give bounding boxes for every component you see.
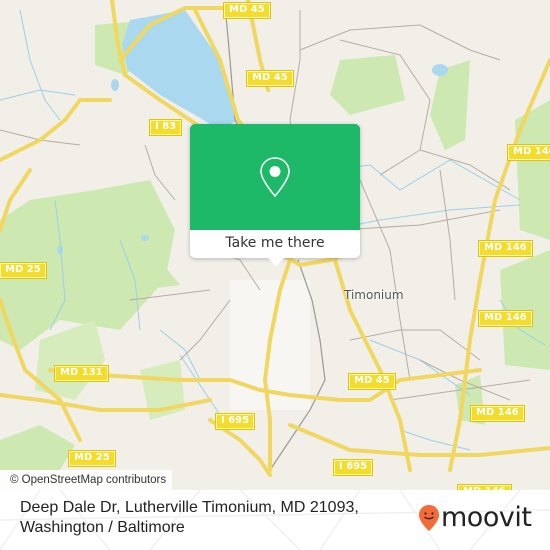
map-view[interactable]: MD 45 MD 45 I 83 MD 146 MD 25 MD 146 MD … — [0, 0, 550, 490]
park-area — [500, 250, 550, 370]
road-shield-md146: MD 146 — [478, 310, 533, 327]
road-shield-md146: MD 146 — [470, 405, 525, 422]
location-popup: Take me there — [190, 124, 360, 266]
park-area — [515, 100, 550, 240]
road-shield-md146: MD 146 — [478, 240, 533, 257]
road-shield-md131: MD 131 — [54, 365, 109, 382]
popup-header — [190, 124, 360, 230]
road-shield-md45: MD 45 — [246, 70, 294, 87]
footer: Deep Dale Dr, Lutherville Timonium, MD 2… — [0, 490, 550, 550]
road-shield-md45: MD 45 — [348, 373, 396, 390]
road-shield-i695: I 695 — [332, 459, 374, 476]
road-shield-md146: MD 146 — [507, 144, 550, 161]
road-shield-i695: I 695 — [214, 413, 256, 430]
address-line-2: Washington / Baltimore — [20, 519, 185, 536]
address-line-1: Deep Dale Dr, Lutherville Timonium, MD 2… — [20, 499, 359, 516]
moovit-pin-icon — [419, 505, 439, 531]
moovit-wordmark: moovit — [441, 502, 532, 533]
road-shield-md25: MD 25 — [68, 450, 116, 467]
map-attribution[interactable]: © OpenStreetMap contributors — [0, 470, 173, 490]
road-shield-md25: MD 25 — [0, 262, 47, 279]
place-label-timonium: Timonium — [344, 288, 404, 302]
road-shield-i83: I 83 — [148, 119, 183, 136]
location-pin-icon — [260, 157, 290, 198]
moovit-logo[interactable]: moovit — [418, 502, 532, 533]
take-me-there-button[interactable]: Take me there — [190, 230, 360, 258]
road-shield-md45: MD 45 — [223, 2, 271, 19]
address-text: Deep Dale Dr, Lutherville Timonium, MD 2… — [20, 498, 370, 538]
popup-pointer — [268, 258, 284, 266]
